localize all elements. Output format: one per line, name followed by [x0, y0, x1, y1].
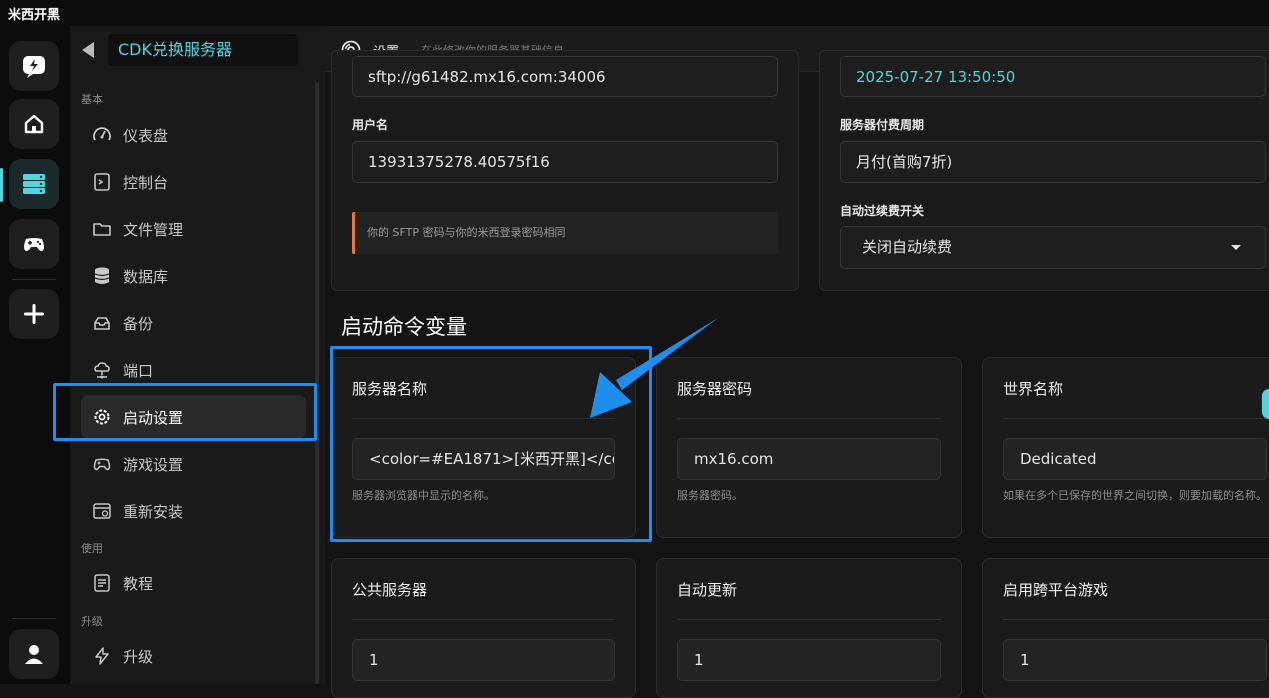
highlight-box-sidebar: [53, 383, 317, 441]
folder-icon: [91, 218, 113, 240]
variable-hint: 服务器密码。: [677, 489, 743, 502]
back-arrow-icon[interactable]: [82, 42, 94, 58]
caret-down-icon: [1231, 245, 1241, 250]
sidebar-item-label: 升级: [123, 647, 154, 666]
plus-icon: [24, 304, 44, 324]
backup-icon: [91, 312, 113, 334]
crossplay-input[interactable]: 1: [1003, 639, 1267, 681]
variable-card-crossplay: 启用跨平台游戏 1: [982, 558, 1269, 698]
variable-card-public-server: 公共服务器 1: [331, 558, 636, 698]
reinstall-icon: [91, 500, 113, 522]
sidebar-item-console[interactable]: 控制台: [81, 160, 306, 204]
rail-divider: [12, 279, 56, 280]
sidebar-server-title: CDK兑换服务器: [108, 34, 298, 66]
rail-server-button[interactable]: [9, 159, 59, 209]
billing-cycle-label: 服务器付费周期: [840, 118, 925, 132]
server-password-input[interactable]: mx16.com: [677, 438, 941, 480]
variable-title: 启用跨平台游戏: [1003, 581, 1109, 599]
title-bar: 米西开黑: [0, 0, 1269, 26]
sidebar-item-game-settings[interactable]: 游戏设置: [81, 442, 306, 486]
auto-renew-label: 自动过续费开关: [840, 204, 925, 218]
rail-active-indicator: [0, 168, 3, 202]
sftp-password-note: 你的 SFTP 密码与你的米西登录密码相同: [352, 212, 778, 254]
tutorial-icon: [91, 572, 113, 594]
app-title: 米西开黑: [8, 8, 61, 23]
auto-renew-value: 关闭自动续费: [862, 238, 953, 256]
rail-divider-bottom: [12, 618, 56, 619]
expiry-date-field: 2025-07-27 13:50:50: [840, 56, 1266, 97]
auto-renew-select[interactable]: 关闭自动续费: [840, 226, 1266, 269]
variable-hint: 如果在多个已保存的世界之间切换，则要加载的名称。: [1003, 489, 1267, 502]
icon-rail: [0, 26, 70, 684]
sidebar-item-files[interactable]: 文件管理: [81, 207, 306, 251]
sidebar-item-tutorial[interactable]: 教程: [81, 561, 306, 605]
divider: [1003, 619, 1267, 620]
sidebar-item-label: 游戏设置: [123, 455, 184, 474]
public-server-input[interactable]: 1: [352, 639, 615, 681]
sidebar-item-database[interactable]: 数据库: [81, 254, 306, 298]
section-label-use: 使用: [81, 542, 103, 555]
network-icon: [91, 359, 113, 381]
database-icon: [91, 265, 113, 287]
variable-title: 世界名称: [1003, 380, 1064, 398]
sftp-address-field[interactable]: sftp://g61482.mx16.com:34006: [352, 56, 778, 97]
startup-variables-title: 启动命令变量: [341, 315, 467, 339]
sidebar-item-backup[interactable]: 备份: [81, 301, 306, 345]
divider: [352, 619, 615, 620]
bolt-icon: [91, 645, 113, 667]
server-icon: [23, 174, 45, 194]
sidebar-item-label: 仪表盘: [123, 126, 169, 145]
variable-card-world-name: 世界名称 Dedicated 如果在多个已保存的世界之间切换，则要加载的名称。: [982, 357, 1269, 538]
variable-card-auto-update: 自动更新 1: [656, 558, 962, 698]
sidebar-item-label: 备份: [123, 314, 154, 333]
sidebar-item-upgrade[interactable]: 升级: [81, 634, 306, 678]
sidebar-item-label: 教程: [123, 574, 154, 593]
sidebar-item-label: 数据库: [123, 267, 169, 286]
home-icon: [24, 114, 44, 134]
terminal-icon: [91, 171, 113, 193]
sidebar-item-reinstall[interactable]: 重新安装: [81, 489, 306, 533]
gamepad-icon: [24, 238, 44, 251]
gamepad-icon: [91, 453, 113, 475]
flash-chat-icon: [23, 56, 45, 78]
section-label-basic: 基本: [81, 93, 103, 106]
user-avatar-icon: [25, 645, 43, 664]
world-name-input[interactable]: Dedicated: [1003, 438, 1267, 480]
username-label: 用户名: [352, 118, 389, 132]
rail-add-button[interactable]: [9, 289, 59, 339]
divider: [677, 619, 941, 620]
auto-update-input[interactable]: 1: [677, 639, 941, 681]
variable-title: 公共服务器: [352, 581, 428, 599]
sidebar-item-label: 文件管理: [123, 220, 184, 239]
server-sidebar: CDK兑换服务器 基本 仪表盘 控制台 文件管理 数据库 备份 端口 启动设置 …: [70, 26, 325, 684]
rail-home-button[interactable]: [9, 99, 59, 149]
rail-game-button[interactable]: [9, 219, 59, 269]
rail-profile-button[interactable]: [9, 629, 59, 679]
section-label-upgrade: 升级: [81, 615, 103, 628]
gauge-icon: [91, 124, 113, 146]
variable-title: 自动更新: [677, 581, 738, 599]
username-field[interactable]: 13931375278.40575f16: [352, 141, 778, 183]
sidebar-item-dashboard[interactable]: 仪表盘: [81, 113, 306, 157]
sidebar-item-label: 端口: [123, 361, 154, 380]
divider: [1003, 418, 1267, 419]
sidebar-header: CDK兑换服务器: [70, 34, 300, 66]
billing-cycle-field[interactable]: 月付(首购7折): [840, 141, 1266, 183]
floating-scroll-handle[interactable]: [1262, 389, 1269, 419]
sidebar-item-label: 控制台: [123, 173, 169, 192]
annotation-arrow-icon: [590, 318, 718, 418]
sidebar-item-label: 重新安装: [123, 502, 184, 521]
rail-flash-button[interactable]: [9, 41, 59, 91]
